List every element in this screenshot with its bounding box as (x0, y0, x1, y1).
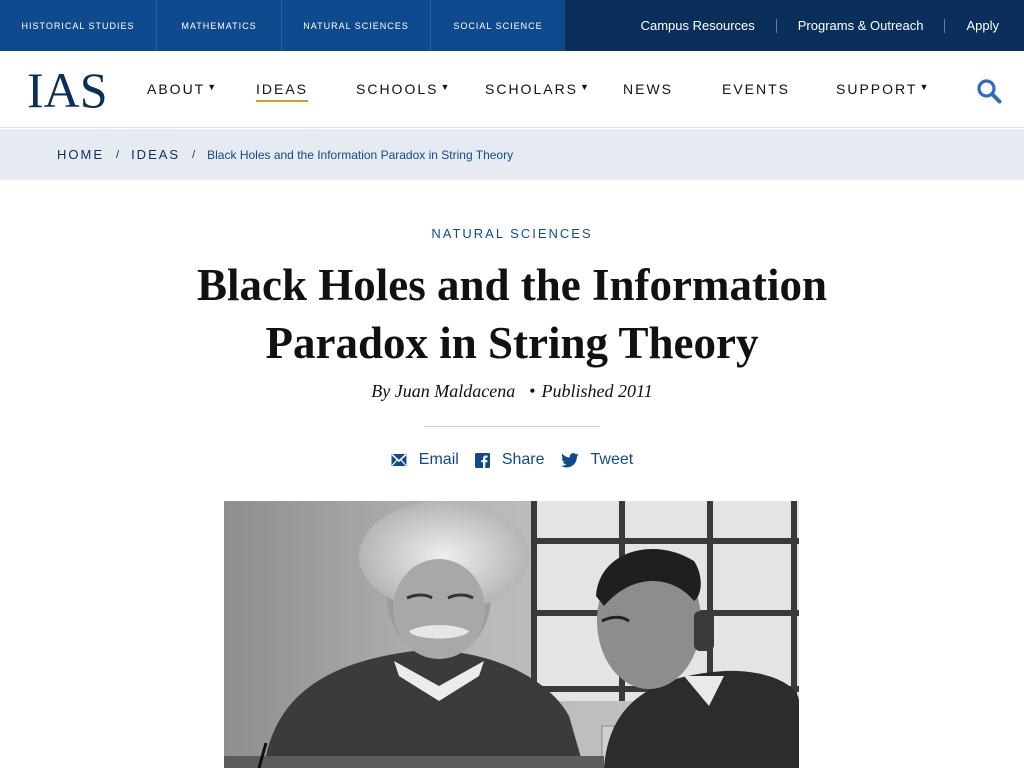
breadcrumb-separator: / (116, 148, 120, 161)
apply-link[interactable]: Apply (966, 18, 999, 33)
caret-down-icon: ▼ (207, 82, 219, 92)
nav-item-events[interactable]: Events (722, 81, 790, 97)
hero-photo-graphic (224, 501, 799, 768)
school-link-historical-studies[interactable]: Historical Studies (0, 0, 157, 51)
nav-item-support[interactable]: Support ▼ (836, 81, 930, 97)
article-author: By Juan Maldacena (371, 381, 516, 401)
caret-down-icon: ▼ (440, 82, 452, 92)
school-link-natural-sciences[interactable]: Natural Sciences (282, 0, 431, 51)
share-email-label: Email (418, 451, 459, 468)
search-icon (977, 79, 1002, 104)
schools-bar: Historical Studies Mathematics Natural S… (0, 0, 565, 51)
nav-item-scholars[interactable]: Scholars ▼ (485, 81, 591, 97)
article-title: Black Holes and the Information Paradox … (196, 260, 828, 368)
facebook-icon (474, 452, 490, 468)
breadcrumb-separator: / (192, 148, 196, 161)
article-category[interactable]: Natural Sciences (0, 226, 1024, 241)
programs-outreach-link[interactable]: Programs & Outreach (798, 18, 924, 33)
ias-logo[interactable]: IAS (27, 65, 108, 115)
nav-item-label: Support (836, 81, 918, 97)
search-button[interactable] (976, 78, 1002, 104)
top-utility-bar: Historical Studies Mathematics Natural S… (0, 0, 1024, 51)
share-facebook-button[interactable]: Share (474, 451, 545, 469)
breadcrumb-ideas[interactable]: Ideas (131, 147, 180, 162)
bullet-separator: • (529, 381, 536, 401)
utility-links: Campus Resources Programs & Outreach App… (641, 0, 1024, 51)
school-link-mathematics[interactable]: Mathematics (157, 0, 282, 51)
nav-item-label: Events (722, 81, 791, 97)
share-email-button[interactable]: Email (391, 451, 459, 469)
twitter-icon (560, 452, 579, 467)
caret-down-icon: ▼ (580, 82, 591, 92)
nav-item-label: About (147, 81, 206, 97)
nav-item-news[interactable]: News (623, 81, 673, 97)
share-twitter-button[interactable]: Tweet (560, 451, 634, 469)
nav-item-schools[interactable]: Schools ▼ (356, 81, 451, 97)
share-facebook-label: Share (501, 451, 545, 468)
nav-item-label: News (623, 81, 673, 97)
article-hero-image (224, 501, 799, 768)
nav-item-about[interactable]: About ▼ (147, 81, 218, 97)
divider (424, 426, 600, 427)
campus-resources-link[interactable]: Campus Resources (641, 18, 755, 33)
breadcrumb-current[interactable]: Black Holes and the Information Paradox … (207, 148, 513, 162)
email-icon (391, 453, 407, 466)
share-bar: Email Share Tweet (0, 451, 1024, 469)
nav-item-ideas[interactable]: Ideas (256, 81, 309, 102)
breadcrumb-home[interactable]: Home (57, 147, 104, 162)
main-navigation: IAS About ▼ Ideas Schools ▼ Scholars ▼ News… (0, 51, 1024, 128)
caret-down-icon: ▼ (919, 82, 931, 92)
utility-divider (775, 18, 777, 33)
nav-item-label: Ideas (256, 81, 309, 97)
breadcrumb: Home / Ideas / Black Holes and the Infor… (0, 129, 1024, 180)
school-link-social-science[interactable]: Social Science (431, 0, 565, 51)
nav-item-label: Schools (356, 81, 439, 97)
article-byline: By Juan Maldacena • Published 2011 (0, 381, 1024, 402)
nav-item-label: Scholars (485, 81, 579, 97)
share-twitter-label: Tweet (590, 451, 634, 468)
utility-divider (944, 18, 946, 33)
article-published: Published 2011 (541, 381, 653, 401)
